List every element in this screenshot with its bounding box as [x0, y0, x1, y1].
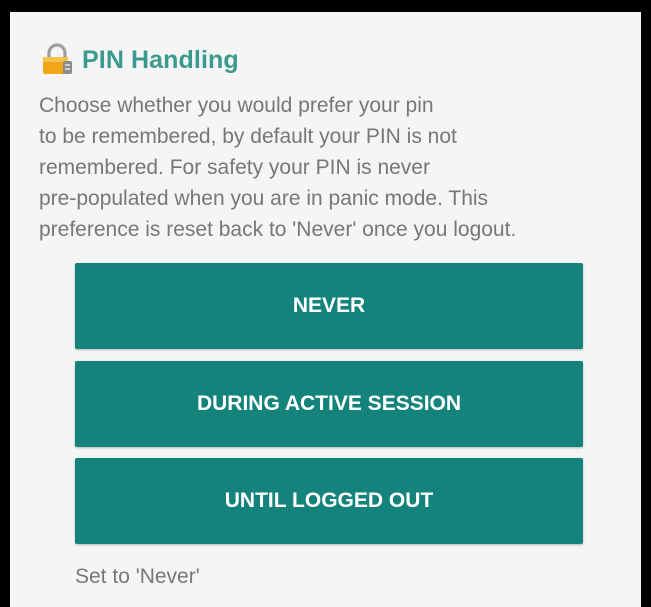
until-logged-out-button[interactable]: UNTIL LOGGED OUT	[75, 458, 583, 544]
section-header: PIN Handling	[40, 40, 239, 80]
section-title: PIN Handling	[82, 46, 239, 74]
lock-icon	[40, 43, 74, 77]
section-description: Choose whether you would prefer your pin…	[39, 94, 517, 241]
during-active-session-button[interactable]: DURING ACTIVE SESSION	[75, 361, 583, 447]
current-setting-status: Set to 'Never'	[75, 565, 200, 588]
screenshot-frame: PIN Handling Choose whether you would pr…	[0, 0, 651, 607]
never-button[interactable]: NEVER	[75, 263, 583, 349]
pin-handling-panel: PIN Handling Choose whether you would pr…	[10, 12, 641, 607]
